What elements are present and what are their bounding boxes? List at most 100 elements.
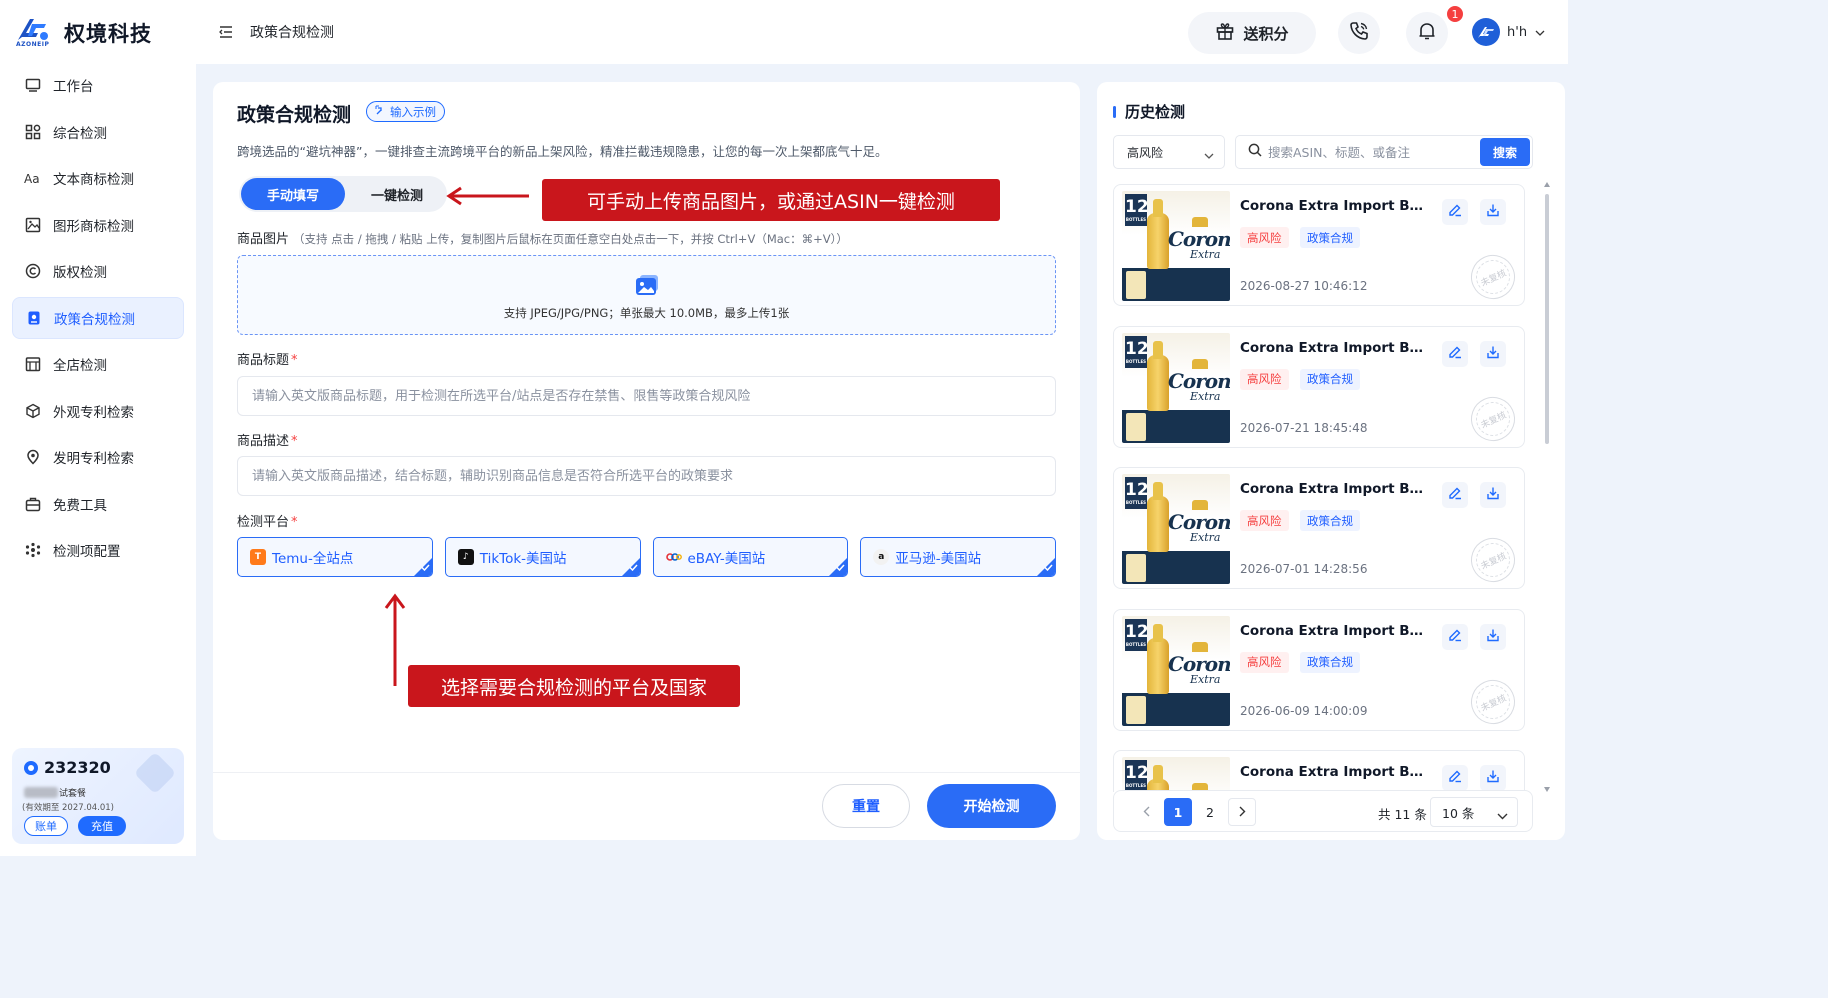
history-item-name[interactable]: Corona Extra Import Be...	[1240, 340, 1430, 356]
sidebar-item-policy-compliance[interactable]: 政策合规检测	[12, 296, 184, 339]
check-icon	[628, 559, 638, 575]
platform-label: eBAY-美国站	[687, 551, 766, 567]
edit-note-button[interactable]	[1442, 199, 1468, 225]
grid-icon	[24, 123, 42, 141]
sidebar-item-free-tools[interactable]: 免费工具	[12, 483, 184, 525]
form-footer-divider	[213, 772, 1080, 773]
history-title-text: 历史检测	[1125, 103, 1186, 121]
reset-button[interactable]: 重置	[822, 784, 910, 828]
form-description: 跨境选品的“避坑神器”，一键排查主流跨境平台的新品上架风险，精准拦截违规隐患，让…	[237, 144, 888, 159]
check-icon	[421, 559, 430, 575]
scroll-up-icon[interactable]	[1544, 182, 1550, 187]
sidebar-item-text-trademark[interactable]: Aa 文本商标检测	[12, 157, 184, 199]
page-size-value: 10 条	[1442, 805, 1475, 821]
user-menu[interactable]: h'h	[1472, 18, 1545, 46]
history-title: 历史检测	[1113, 101, 1185, 122]
edit-note-button[interactable]	[1442, 340, 1468, 367]
store-icon	[24, 355, 42, 373]
thumb-count: 12 BOTTLES	[1125, 760, 1149, 792]
chevron-right-icon	[1239, 805, 1246, 820]
image-upload-area[interactable]: 支持 JPEG/JPG/PNG；单张最大 10.0MB，最多上传1张	[237, 255, 1056, 335]
sidebar-item-design-patent[interactable]: 外观专利检索	[12, 390, 184, 432]
plan-name-redacted	[24, 787, 58, 798]
page-button-2[interactable]: 2	[1196, 798, 1224, 826]
download-report-button[interactable]	[1480, 199, 1506, 225]
download-report-button[interactable]	[1480, 623, 1506, 650]
gift-icon	[1215, 21, 1243, 45]
edit-note-button[interactable]	[1442, 623, 1468, 650]
thumb-label	[1126, 554, 1146, 582]
history-card[interactable]: 12BOTTLES Corona Extra Corona Extra Impo…	[1113, 325, 1525, 448]
platform-option-temu[interactable]: T Temu-全站点	[237, 537, 433, 577]
image-upload-hint: （支持 点击 / 拖拽 / 粘贴 上传，复制图片后鼠标在页面任意空白处点击一下，…	[293, 232, 848, 246]
sidebar-nav: 工作台 综合检测 Aa 文本商标检测 图形商标检测 版权检测 政策合规检测 全店…	[12, 64, 184, 576]
desc-label-text: 商品描述	[237, 434, 290, 449]
sidebar-item-check-config[interactable]: 检测项配置	[12, 529, 184, 571]
crown-icon	[1192, 217, 1208, 227]
history-card[interactable]: 12BOTTLES Corona Extra Corona Extra Impo…	[1113, 184, 1525, 306]
sidebar-item-workbench[interactable]: 工作台	[12, 64, 184, 106]
recharge-button[interactable]: 充值	[78, 816, 126, 836]
thumb-bottle	[1147, 199, 1169, 269]
menu-collapse-icon[interactable]	[218, 24, 234, 40]
sidebar-item-copyright[interactable]: 版权检测	[12, 250, 184, 292]
history-card[interactable]: 12BOTTLES Corona Extra Corona Extra Impo…	[1113, 750, 1525, 792]
gift-points-button[interactable]: 送积分	[1188, 12, 1316, 54]
platform-option-tiktok[interactable]: ♪ TikTok-美国站	[444, 537, 641, 577]
scroll-thumb[interactable]	[1545, 194, 1549, 444]
input-example-button[interactable]: 输入示例	[366, 101, 445, 122]
edit-icon	[1448, 345, 1462, 363]
sidebar-item-comprehensive[interactable]: 综合检测	[12, 111, 184, 153]
mode-manual-tab[interactable]: 手动填写	[241, 178, 345, 210]
account-actions: 账单 充值	[24, 816, 126, 836]
product-title-input[interactable]	[237, 376, 1056, 416]
history-item-name[interactable]: Corona Extra Import Be...	[1240, 623, 1430, 639]
brand-logo-icon: AZONEIP	[16, 16, 56, 50]
sidebar-item-store[interactable]: 全店检测	[12, 343, 184, 385]
product-description-input[interactable]	[237, 456, 1056, 496]
history-search-input[interactable]	[1268, 144, 1468, 160]
risk-filter-value: 高风险	[1127, 145, 1164, 160]
next-page-button[interactable]	[1228, 798, 1256, 826]
page-button-1[interactable]: 1	[1164, 798, 1192, 826]
scroll-down-icon[interactable]	[1544, 787, 1550, 792]
settings-icon	[24, 541, 42, 559]
image-label-text: 商品图片	[237, 232, 290, 247]
brand[interactable]: AZONEIP 权境科技	[16, 16, 152, 50]
mode-one-click-tab[interactable]: 一键检测	[349, 178, 445, 210]
sidebar-item-image-trademark[interactable]: 图形商标检测	[12, 204, 184, 246]
check-icon	[1044, 559, 1053, 575]
sidebar-item-label: 图形商标检测	[53, 218, 134, 235]
start-check-button[interactable]: 开始检测	[927, 784, 1056, 828]
risk-filter-select[interactable]: 高风险	[1113, 135, 1225, 169]
sidebar-item-label: 免费工具	[53, 497, 107, 514]
account-points-value: 232320	[44, 758, 111, 777]
download-report-button[interactable]	[1480, 765, 1506, 791]
prev-page-button[interactable]	[1132, 798, 1160, 826]
cube-icon	[24, 402, 42, 420]
edit-note-button[interactable]	[1442, 765, 1468, 791]
risk-tag: 高风险	[1240, 651, 1289, 673]
annotation-platform-tip: 选择需要合规检测的平台及国家	[408, 665, 740, 707]
download-report-button[interactable]	[1480, 482, 1506, 508]
platform-option-amazon[interactable]: a 亚马逊-美国站	[860, 537, 1056, 577]
phone-button[interactable]	[1338, 12, 1380, 54]
download-report-button[interactable]	[1480, 340, 1506, 367]
required-mark: *	[291, 434, 298, 449]
platform-option-ebay[interactable]: eBAY-美国站	[652, 537, 849, 577]
thumb-label	[1126, 271, 1146, 299]
history-item-name[interactable]: Corona Extra Import Be...	[1240, 764, 1430, 780]
history-item-name[interactable]: Corona Extra Import Be...	[1240, 198, 1430, 214]
platform-label-text: 检测平台	[237, 515, 290, 530]
edit-note-button[interactable]	[1442, 482, 1468, 508]
history-item-name[interactable]: Corona Extra Import Be...	[1240, 481, 1430, 497]
history-scrollbar[interactable]	[1544, 182, 1550, 792]
notification-button[interactable]	[1406, 12, 1448, 54]
sidebar-item-invention-patent[interactable]: 发明专利检索	[12, 436, 184, 478]
page-size-select[interactable]: 10 条	[1430, 797, 1518, 827]
bill-button[interactable]: 账单	[24, 816, 68, 836]
history-card[interactable]: 12BOTTLES Corona Extra Corona Extra Impo…	[1113, 608, 1525, 731]
search-button[interactable]: 搜索	[1480, 138, 1530, 166]
product-thumbnail: 12BOTTLES Corona Extra	[1122, 757, 1230, 792]
history-card[interactable]: 12BOTTLES Corona Extra Corona Extra Impo…	[1113, 467, 1525, 589]
